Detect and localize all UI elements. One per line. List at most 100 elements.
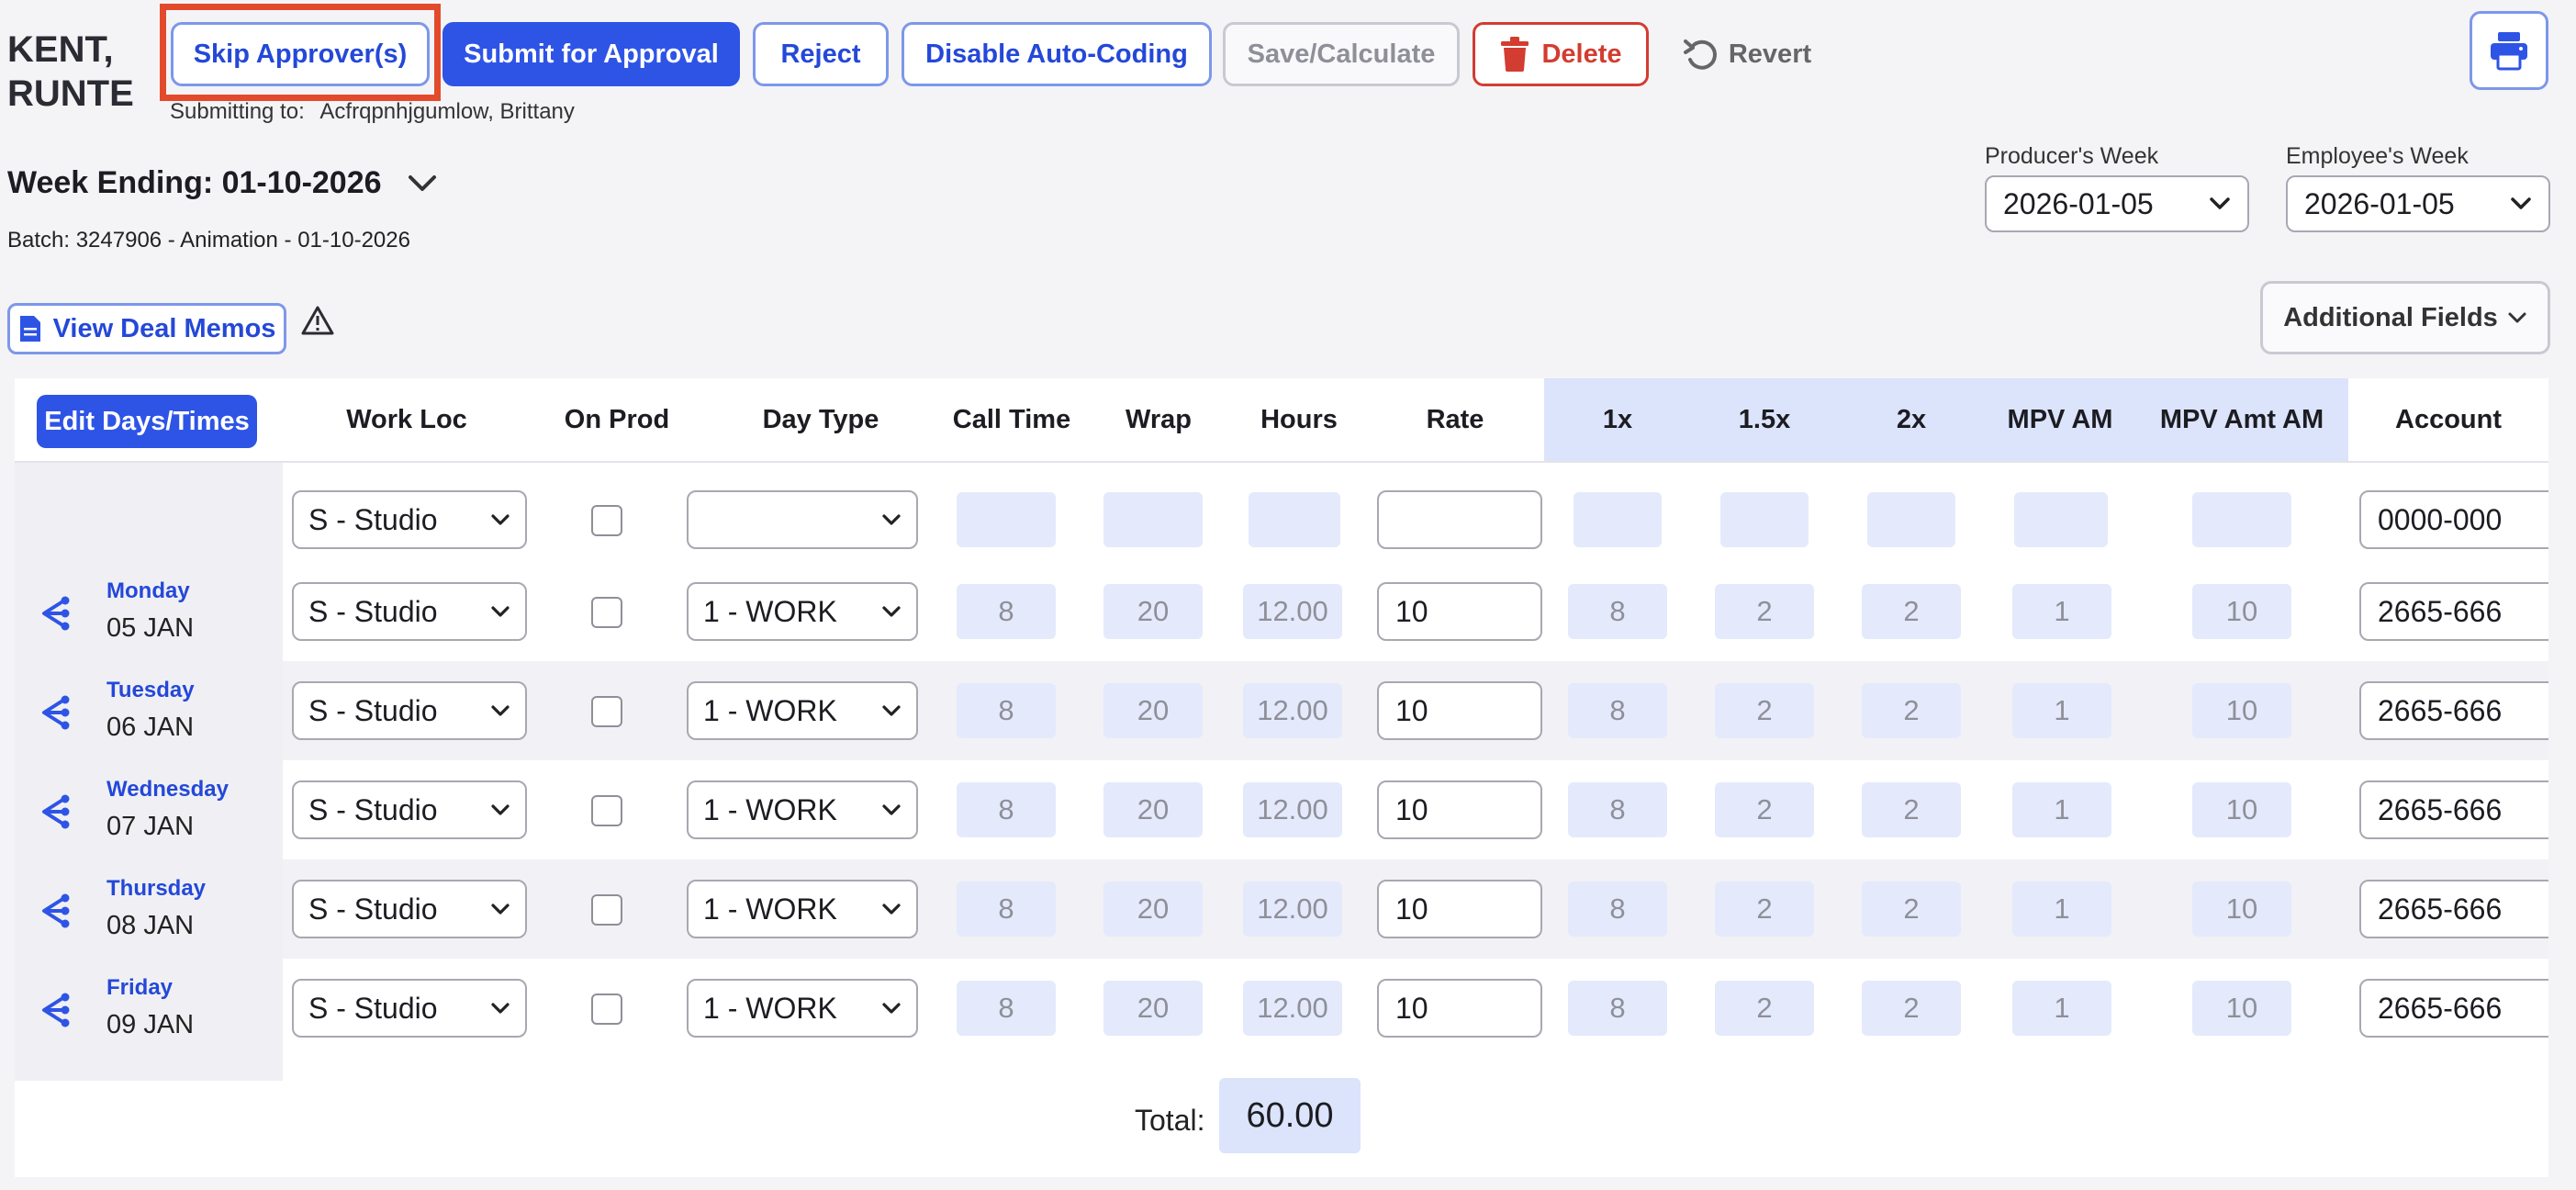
week-ending-label: Week Ending: 01-10-2026 [7, 165, 382, 200]
submitting-to-label: Submitting to: [170, 99, 305, 124]
rate-input[interactable]: 10 [1377, 582, 1542, 641]
x1-cell: 8 [1568, 881, 1667, 937]
split-day-button[interactable] [37, 793, 73, 835]
on-prod-checkbox[interactable] [591, 994, 622, 1025]
day-type-value: 1 - WORK [703, 693, 837, 727]
day-type-select[interactable] [687, 490, 918, 549]
chevron-down-icon [2508, 312, 2526, 323]
account-input[interactable]: 2665-666 [2359, 880, 2548, 938]
view-deal-memos-button[interactable]: View Deal Memos [7, 303, 286, 354]
work-loc-value: S - Studio [308, 502, 438, 536]
split-day-button[interactable] [37, 694, 73, 735]
employee-name: KENT, RUNTE [7, 29, 134, 114]
day-date: 07 JAN [106, 812, 195, 841]
work-loc-select[interactable]: S - Studio [292, 490, 527, 549]
work-loc-select[interactable]: S - Studio [292, 880, 527, 938]
day-type-select[interactable]: 1 - WORK [687, 582, 918, 641]
x15-cell: 2 [1715, 782, 1814, 837]
x2-cell: 2 [1862, 881, 1961, 937]
on-prod-checkbox[interactable] [591, 597, 622, 628]
delete-label: Delete [1541, 39, 1622, 69]
split-day-button[interactable] [37, 992, 73, 1033]
wrap-cell: 20 [1103, 881, 1203, 937]
day-cell: Wednesday 07 JAN [15, 760, 283, 859]
mpv-amt-am-cell: 10 [2192, 782, 2291, 837]
col-header-on-prod: On Prod [531, 378, 703, 463]
on-prod-checkbox[interactable] [591, 894, 622, 926]
day-cell: Tuesday 06 JAN [15, 661, 283, 760]
on-prod-checkbox[interactable] [591, 696, 622, 727]
work-loc-select[interactable]: S - Studio [292, 582, 527, 641]
x15-cell: 2 [1715, 683, 1814, 738]
day-type-select[interactable]: 1 - WORK [687, 979, 918, 1038]
hours-cell [1249, 492, 1340, 547]
col-header-2x: 2x [1838, 378, 1985, 463]
day-type-select[interactable]: 1 - WORK [687, 780, 918, 839]
account-input[interactable]: 2665-666 [2359, 979, 2548, 1038]
col-header-hours: Hours [1232, 378, 1366, 463]
account-input[interactable]: 0000-000 [2359, 490, 2548, 549]
week-ending-selector[interactable]: Week Ending: 01-10-2026 [7, 165, 437, 201]
revert-button[interactable]: Revert [1678, 22, 1816, 86]
rate-input[interactable]: 10 [1377, 880, 1542, 938]
day-date: 09 JAN [106, 1010, 195, 1039]
col-header-rate: Rate [1366, 378, 1544, 463]
split-day-button[interactable] [37, 892, 73, 934]
reject-button[interactable]: Reject [753, 22, 889, 86]
x2-cell: 2 [1862, 584, 1961, 639]
on-prod-checkbox[interactable] [591, 505, 622, 536]
producers-week-select[interactable]: 2026-01-05 [1985, 175, 2249, 232]
print-button[interactable] [2470, 11, 2548, 90]
document-icon [19, 316, 40, 342]
account-input[interactable]: 2665-666 [2359, 582, 2548, 641]
edit-days-times-button[interactable]: Edit Days/Times [37, 395, 257, 448]
disable-auto-coding-button[interactable]: Disable Auto-Coding [902, 22, 1212, 86]
account-input[interactable]: 2665-666 [2359, 780, 2548, 839]
hours-cell: 12.00 [1243, 782, 1342, 837]
on-prod-checkbox[interactable] [591, 795, 622, 826]
rate-input[interactable]: 10 [1377, 681, 1542, 740]
day-date: 05 JAN [106, 613, 195, 643]
view-deal-memos-label: View Deal Memos [52, 313, 276, 343]
wrap-cell: 20 [1103, 981, 1203, 1036]
mpv-am-cell: 1 [2012, 584, 2111, 639]
work-loc-select[interactable]: S - Studio [292, 780, 527, 839]
call-time-cell: 8 [957, 981, 1056, 1036]
x15-cell: 2 [1715, 584, 1814, 639]
work-loc-select[interactable]: S - Studio [292, 681, 527, 740]
call-time-cell: 8 [957, 683, 1056, 738]
additional-fields-button[interactable]: Additional Fields [2260, 281, 2550, 354]
account-input[interactable]: 2665-666 [2359, 681, 2548, 740]
day-type-select[interactable]: 1 - WORK [687, 681, 918, 740]
day-cell: Friday 09 JAN [15, 959, 283, 1058]
wrap-cell: 20 [1103, 782, 1203, 837]
printer-icon [2491, 32, 2527, 71]
x15-cell: 2 [1715, 981, 1814, 1036]
day-name: Tuesday [106, 678, 195, 702]
col-header-1x: 1x [1544, 378, 1691, 463]
save-calculate-button[interactable]: Save/Calculate [1223, 22, 1460, 86]
total-label: Total: [1135, 1104, 1205, 1137]
delete-button[interactable]: Delete [1473, 22, 1649, 86]
submit-for-approval-button[interactable]: Submit for Approval [442, 22, 740, 86]
work-loc-select[interactable]: S - Studio [292, 979, 527, 1038]
x2-cell: 2 [1862, 981, 1961, 1036]
day-date: 08 JAN [106, 911, 195, 940]
x1-cell: 8 [1568, 782, 1667, 837]
rate-input[interactable]: 10 [1377, 780, 1542, 839]
mpv-am-cell: 1 [2012, 683, 2111, 738]
x1-cell: 8 [1568, 683, 1667, 738]
rate-input[interactable]: 10 [1377, 979, 1542, 1038]
rate-input[interactable] [1377, 490, 1542, 549]
wrap-cell [1103, 492, 1203, 547]
x1-cell: 8 [1568, 584, 1667, 639]
chevron-down-icon [491, 705, 510, 716]
split-day-button[interactable] [37, 595, 73, 636]
col-header-1-5x: 1.5x [1691, 378, 1838, 463]
chevron-down-icon [491, 514, 510, 525]
employees-week-select[interactable]: 2026-01-05 [2286, 175, 2550, 232]
day-type-select[interactable]: 1 - WORK [687, 880, 918, 938]
x2-cell [1867, 492, 1955, 547]
day-date: 06 JAN [106, 713, 195, 742]
trash-icon [1501, 37, 1529, 72]
